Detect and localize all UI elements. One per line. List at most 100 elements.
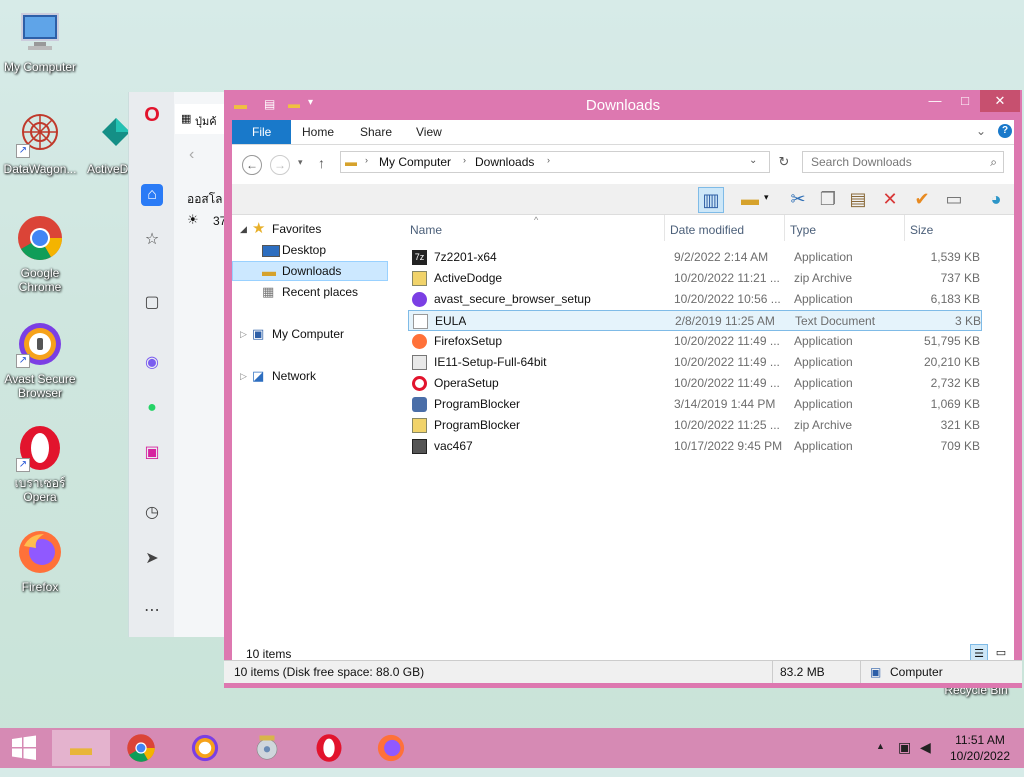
volume-icon[interactable]: ◀ <box>920 739 931 756</box>
up-arrow-icon[interactable]: ↑ <box>318 155 325 171</box>
paste-icon[interactable]: ▤ <box>846 187 870 211</box>
taskbar-media-player[interactable] <box>238 730 296 766</box>
column-header-name[interactable]: Name <box>410 223 442 237</box>
desktop-icon-avast[interactable]: ↗ Avast Secure Browser <box>0 320 80 400</box>
firefox-icon <box>377 734 405 762</box>
desktop-icon-opera[interactable]: ↗ เบราเซอร์ Opera <box>0 424 80 504</box>
column-divider[interactable] <box>904 215 905 241</box>
messenger-icon[interactable]: ◉ <box>141 352 163 374</box>
forward-button[interactable]: → <box>270 155 290 175</box>
copy-icon[interactable]: ❐ <box>816 187 840 211</box>
file-row[interactable]: OperaSetup 10/20/2022 11:49 ... Applicat… <box>408 373 982 394</box>
nav-desktop[interactable]: Desktop <box>232 240 388 260</box>
minimize-button[interactable]: — <box>920 90 950 112</box>
checkmark-icon[interactable]: ✔ <box>910 187 934 211</box>
address-row: ← → ▾ ↑ ▬ › My Computer › Downloads › ⌄ … <box>232 146 1014 182</box>
tab-file[interactable]: File <box>232 120 292 144</box>
rename-icon[interactable]: ▭ <box>942 187 966 211</box>
nav-recent-places[interactable]: ▦ Recent places <box>232 282 388 302</box>
address-dropdown-icon[interactable]: ⌄ <box>749 155 757 166</box>
column-header-type[interactable]: Type <box>790 223 816 237</box>
file-row[interactable]: vac467 10/17/2022 9:45 PM Application 70… <box>408 436 982 457</box>
text-document-icon <box>413 314 428 329</box>
options-dropdown-icon[interactable]: ▾ <box>764 192 769 203</box>
column-divider[interactable] <box>664 215 665 241</box>
refresh-icon[interactable]: ↻ <box>774 154 794 174</box>
instagram-icon[interactable]: ▣ <box>141 442 163 464</box>
desktop-icon-label: My Computer <box>3 60 77 74</box>
column-divider[interactable] <box>784 215 785 241</box>
file-row[interactable]: ProgramBlocker 10/20/2022 11:25 ... zip … <box>408 415 982 436</box>
address-bar[interactable]: ▬ › My Computer › Downloads › ⌄ <box>340 151 770 173</box>
breadcrumb-downloads[interactable]: Downloads <box>475 155 534 169</box>
file-row[interactable]: ProgramBlocker 3/14/2019 1:44 PM Applica… <box>408 394 982 415</box>
tab-view[interactable]: View <box>402 120 456 144</box>
desktop-icon-label: เบราเซอร์ Opera <box>14 476 66 504</box>
folder-options-icon[interactable]: ▬ <box>738 187 762 211</box>
desktop-icon-my-computer[interactable]: My Computer <box>0 8 80 74</box>
file-row[interactable]: FirefoxSetup 10/20/2022 11:49 ... Applic… <box>408 331 982 352</box>
desktop-icon-firefox[interactable]: Firefox <box>0 528 80 594</box>
ribbon-tabs: File Home Share View ⌄ ? <box>232 120 1014 145</box>
desktop-icon-chrome[interactable]: Google Chrome <box>0 214 80 294</box>
tab-home[interactable]: Home <box>288 120 348 144</box>
home-icon[interactable]: ⌂ <box>141 184 163 206</box>
clock[interactable]: 11:51 AM 10/20/2022 <box>944 732 1016 764</box>
tab-share[interactable]: Share <box>346 120 406 144</box>
file-row-selected[interactable]: EULA 2/8/2019 11:25 AM Text Document 3 K… <box>408 310 982 331</box>
opera-tab[interactable]: ▦ ปุ่มค้ <box>175 104 229 134</box>
file-row[interactable]: IE11-Setup-Full-64bit 10/20/2022 11:49 .… <box>408 352 982 373</box>
help-icon[interactable]: ? <box>998 124 1012 138</box>
recent-locations-icon[interactable]: ▾ <box>298 157 303 168</box>
maximize-button[interactable]: □ <box>950 90 980 112</box>
explorer-window[interactable]: ▬ ▤ ▬ ▾ Downloads — □ ✕ File Home Share … <box>224 90 1022 688</box>
search-input[interactable]: Search Downloads ⌕ <box>802 151 1004 173</box>
media-player-icon <box>256 735 278 760</box>
more-icon[interactable]: ⋯ <box>141 600 163 622</box>
back-button[interactable]: ← <box>242 155 262 175</box>
star-icon[interactable]: ☆ <box>141 229 163 251</box>
opera-logo-icon[interactable]: O <box>141 104 163 126</box>
taskbar-avast[interactable] <box>176 730 234 766</box>
taskbar-chrome[interactable] <box>112 730 170 766</box>
programblocker-icon <box>412 397 427 412</box>
close-button[interactable]: ✕ <box>980 90 1020 112</box>
firefox-icon <box>16 528 64 576</box>
clock-time: 11:51 AM <box>955 733 1005 747</box>
expand-ribbon-icon[interactable]: ⌄ <box>976 124 986 138</box>
nav-network[interactable]: ▷ ◪ Network <box>232 366 388 386</box>
taskbar: ▬ ▲ ▣ ◀ 11:51 AM 10/20/2022 <box>0 728 1024 768</box>
delete-icon[interactable]: ✕ <box>878 187 902 211</box>
taskbar-file-explorer[interactable]: ▬ <box>52 730 110 766</box>
column-header-date[interactable]: Date modified <box>670 223 744 237</box>
file-row[interactable]: avast_secure_browser_setup 10/20/2022 10… <box>408 289 982 310</box>
column-header-size[interactable]: Size <box>910 223 933 237</box>
network-tray-icon[interactable]: ▣ <box>898 739 911 756</box>
zip-icon <box>412 271 427 286</box>
nav-my-computer[interactable]: ▷ ▣ My Computer <box>232 324 388 344</box>
star-icon: ★ <box>252 220 266 237</box>
zip-icon <box>412 418 427 433</box>
desktop-icon-datawagon[interactable]: ↗ DataWagon... <box>0 110 80 176</box>
downloads-folder-icon: ▬ <box>262 263 276 279</box>
nav-downloads[interactable]: ▬ Downloads <box>232 261 388 281</box>
shopping-bag-icon[interactable]: ▢ <box>141 292 163 314</box>
whatsapp-icon[interactable]: ● <box>141 397 163 419</box>
show-hidden-icons-icon[interactable]: ▲ <box>876 741 885 751</box>
send-icon[interactable]: ➤ <box>141 548 163 570</box>
taskbar-firefox[interactable] <box>362 730 420 766</box>
cut-icon[interactable]: ✂ <box>786 187 810 211</box>
nav-favorites[interactable]: ◢ ★ Favorites <box>232 219 388 239</box>
opera-icon: ↗ <box>16 424 64 472</box>
title-bar[interactable]: ▬ ▤ ▬ ▾ Downloads — □ ✕ <box>224 90 1022 120</box>
file-row[interactable]: ActiveDodge 10/20/2022 11:21 ... zip Arc… <box>408 268 982 289</box>
opera-window[interactable]: O ⌂ ☆ ▢ ◉ ● ▣ ◷ ➤ ⋯ ▦ ปุ่มค้ ‹ ออสโล ☀ 3… <box>128 92 229 637</box>
back-arrow-icon[interactable]: ‹ <box>189 146 194 164</box>
player-icon[interactable]: ◷ <box>141 502 163 524</box>
start-button[interactable] <box>0 730 48 766</box>
taskbar-opera[interactable] <box>300 730 358 766</box>
file-row[interactable]: 7z 7z2201-x64 9/2/2022 2:14 AM Applicati… <box>408 247 982 268</box>
preview-pane-icon[interactable]: ▥ <box>698 187 724 213</box>
breadcrumb-my-computer[interactable]: My Computer <box>379 155 451 169</box>
globe-icon[interactable]: ◕ <box>984 187 1008 211</box>
